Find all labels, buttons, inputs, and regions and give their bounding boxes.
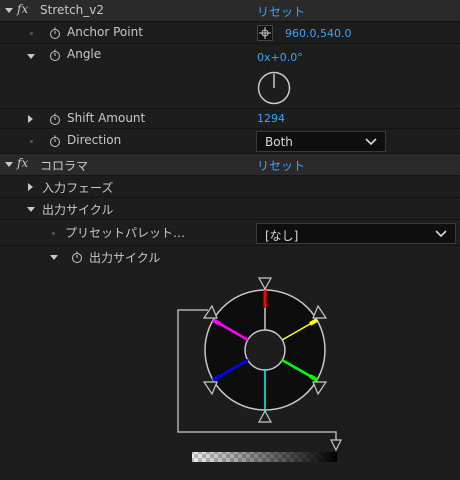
gradient-bar-fade [192, 452, 337, 462]
stopwatch-icon[interactable] [71, 251, 83, 263]
stopwatch-icon[interactable] [49, 135, 61, 147]
expand-icon[interactable] [28, 183, 33, 191]
property-anchor-point: Anchor Point 960.0,540.0 [0, 22, 460, 44]
reset-link[interactable]: リセット [257, 157, 305, 174]
group-label: 出力サイクル [42, 203, 114, 217]
collapse-icon[interactable] [5, 162, 13, 167]
handle-lower-right[interactable] [312, 381, 328, 396]
direction-dropdown[interactable]: Both [256, 131, 386, 152]
property-label: プリセットパレット… [65, 226, 186, 240]
angle-value[interactable]: 0x+0.0° [257, 51, 303, 64]
effect-header-colorama[interactable]: fx コロラマ リセット [0, 154, 460, 176]
chevron-down-icon [435, 230, 447, 238]
bullet-icon [30, 140, 33, 143]
shift-amount-value[interactable]: 1294 [257, 112, 285, 125]
loop-end-arrow[interactable] [330, 439, 342, 452]
property-label: Shift Amount [67, 111, 146, 125]
group-label: 入力フェーズ [42, 181, 114, 195]
property-direction: Direction Both [0, 129, 460, 154]
dropdown-value: Both [265, 135, 293, 149]
group-input-phase[interactable]: 入力フェーズ [0, 176, 460, 198]
collapse-icon[interactable] [27, 207, 35, 212]
fx-icon[interactable]: fx [17, 156, 28, 170]
handle-upper-right[interactable] [312, 304, 328, 319]
effect-name: コロラマ [40, 159, 89, 173]
group-output-cycle[interactable]: 出力サイクル [0, 198, 460, 220]
expand-icon[interactable] [28, 115, 33, 123]
collapse-icon[interactable] [5, 8, 13, 13]
property-preset-palette: プリセットパレット… [なし] [0, 220, 460, 246]
stopwatch-icon[interactable] [49, 49, 61, 61]
effect-header-stretch[interactable]: fx Stretch_v2 リセット [0, 0, 460, 22]
collapse-icon[interactable] [50, 255, 58, 260]
property-label: 出力サイクル [89, 251, 161, 265]
chevron-down-icon [365, 138, 377, 146]
wheel-hole [244, 329, 286, 371]
dropdown-value: [なし] [265, 229, 299, 243]
angle-dial[interactable] [256, 70, 292, 106]
property-label: Anchor Point [67, 25, 143, 39]
stopwatch-icon[interactable] [49, 27, 61, 39]
property-output-cycle: 出力サイクル [0, 246, 460, 268]
handle-bottom[interactable] [257, 409, 273, 423]
property-label: Direction [67, 133, 122, 147]
output-cycle-wheel[interactable] [170, 270, 370, 480]
bullet-icon [52, 232, 55, 235]
stopwatch-icon[interactable] [49, 113, 61, 125]
bullet-icon [30, 32, 33, 35]
property-angle: Angle 0x+0.0° [0, 44, 460, 109]
property-label: Angle [67, 47, 102, 61]
handle-lower-left[interactable] [202, 381, 218, 396]
handle-top[interactable] [257, 277, 273, 291]
crosshair-icon[interactable] [257, 25, 273, 41]
expand-icon[interactable] [27, 54, 35, 59]
effect-name: Stretch_v2 [40, 3, 105, 17]
preset-palette-dropdown[interactable]: [なし] [256, 223, 456, 244]
property-shift-amount: Shift Amount 1294 [0, 109, 460, 129]
reset-link[interactable]: リセット [257, 3, 305, 20]
handle-upper-left[interactable] [202, 304, 218, 319]
anchor-point-value[interactable]: 960.0,540.0 [285, 27, 351, 40]
fx-icon[interactable]: fx [17, 2, 28, 16]
